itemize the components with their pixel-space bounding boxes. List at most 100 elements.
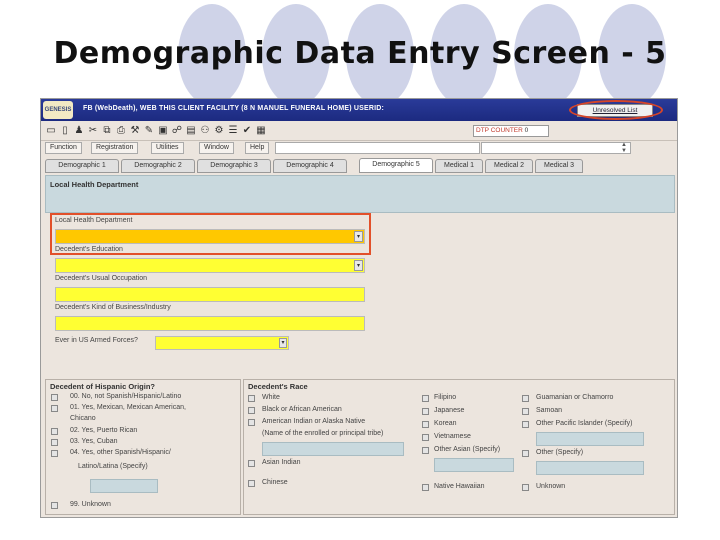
race-checkbox-korean[interactable] (422, 421, 429, 428)
race-checkbox-american-indian[interactable] (248, 419, 255, 426)
cut-icon[interactable]: ✂ (87, 123, 99, 137)
hispanic-checkbox-02[interactable] (51, 428, 58, 435)
tab-demographic-1[interactable]: Demographic 1 (45, 159, 119, 173)
race-title: Decedent's Race (248, 382, 308, 391)
race-option: Guamanian or Chamorro (536, 394, 614, 401)
armed-forces-label: Ever in US Armed Forces? (55, 337, 138, 344)
user-icon[interactable]: ♟ (73, 123, 85, 137)
form-area: Local Health Department ▾ Decedent's Edu… (45, 213, 675, 379)
section-title: Local Health Department (50, 180, 139, 189)
race-panel: Decedent's Race White Black or African A… (243, 379, 675, 515)
hispanic-specify-input[interactable] (90, 479, 158, 493)
menu-registration[interactable]: Registration (91, 142, 139, 154)
industry-input[interactable] (55, 316, 365, 331)
hispanic-option: 00. No, not Spanish/Hispanic/Latino (70, 393, 182, 400)
race-checkbox-filipino[interactable] (422, 395, 429, 402)
menu-function[interactable]: Function (45, 142, 82, 154)
race-checkbox-white[interactable] (248, 395, 255, 402)
binoculars-icon[interactable]: ☍ (171, 123, 183, 137)
race-option: Other (Specify) (536, 449, 584, 456)
race-option: Vietnamese (434, 433, 471, 440)
occupation-input[interactable] (55, 287, 365, 302)
race-option: Korean (434, 420, 457, 427)
tab-strip: Demographic 1 Demographic 2 Demographic … (41, 158, 677, 173)
hispanic-checkbox-99[interactable] (51, 502, 58, 509)
tab-demographic-2[interactable]: Demographic 2 (121, 159, 195, 173)
race-checkbox-samoan[interactable] (522, 408, 529, 415)
race-checkbox-vietnamese[interactable] (422, 434, 429, 441)
hispanic-checkbox-04[interactable] (51, 450, 58, 457)
hispanic-option: 01. Yes, Mexican, Mexican American, (70, 404, 186, 411)
hispanic-checkbox-01[interactable] (51, 405, 58, 412)
race-option: (Name of the enrolled or principal tribe… (262, 430, 384, 437)
form-icon[interactable]: ▦ (255, 123, 267, 137)
race-option: Japanese (434, 407, 465, 414)
race-checkbox-japanese[interactable] (422, 408, 429, 415)
race-checkbox-black[interactable] (248, 407, 255, 414)
armed-forces-select[interactable]: ▾ (155, 336, 289, 350)
race-option: Samoan (536, 407, 563, 414)
dtp-counter-label: DTP COUNTER (476, 127, 523, 134)
menu-help[interactable]: Help (245, 142, 270, 154)
tab-medical-1[interactable]: Medical 1 (435, 159, 483, 173)
people-icon[interactable]: ⚇ (199, 123, 211, 137)
hispanic-option: 04. Yes, other Spanish/Hispanic/ (70, 449, 171, 456)
race-checkbox-native-hawaiian[interactable] (422, 484, 429, 491)
menu-window[interactable]: Window (199, 142, 234, 154)
race-checkbox-other-asian[interactable] (422, 447, 429, 454)
hispanic-checkbox-00[interactable] (51, 394, 58, 401)
race-option: Chinese (262, 479, 288, 486)
hispanic-title: Decedent of Hispanic Origin? (50, 382, 156, 391)
save-icon[interactable]: ▣ (157, 123, 169, 137)
tab-demographic-3[interactable]: Demographic 3 (197, 159, 271, 173)
race-checkbox-other-pacific[interactable] (522, 421, 529, 428)
slide-title: Demographic Data Entry Screen - 5 (53, 36, 667, 71)
tab-demographic-4[interactable]: Demographic 4 (273, 159, 347, 173)
race-checkbox-asian-indian[interactable] (248, 460, 255, 467)
title-bar: GENESIS FB (WebDeath), WEB THIS CLIENT F… (41, 99, 677, 121)
menu-search-field[interactable] (275, 142, 480, 154)
education-select[interactable]: ▾ (55, 258, 365, 273)
dtp-counter-value: 0 (524, 127, 529, 134)
dtp-counter: DTP COUNTER 0 (473, 125, 549, 137)
race-checkbox-chinese[interactable] (248, 480, 255, 487)
other-race-input[interactable] (536, 461, 644, 475)
menu-utilities[interactable]: Utilities (151, 142, 184, 154)
other-pacific-input[interactable] (536, 432, 644, 446)
tab-medical-3[interactable]: Medical 3 (535, 159, 583, 173)
check-icon[interactable]: ✔ (241, 123, 253, 137)
race-checkbox-guamanian[interactable] (522, 395, 529, 402)
tools-icon[interactable]: ⚒ (129, 123, 141, 137)
chevron-down-icon[interactable]: ▾ (354, 231, 363, 242)
chevron-down-icon[interactable]: ▾ (354, 260, 363, 271)
menu-selector[interactable] (481, 142, 631, 154)
folder-icon[interactable]: ▤ (185, 123, 197, 137)
tribe-input[interactable] (262, 442, 404, 456)
race-checkbox-unknown[interactable] (522, 484, 529, 491)
other-asian-input[interactable] (434, 458, 514, 472)
genesis-logo: GENESIS (43, 101, 73, 119)
race-option: White (262, 394, 280, 401)
occupation-label: Decedent's Usual Occupation (55, 275, 147, 282)
new-icon[interactable]: ▭ (45, 123, 57, 137)
settings-icon[interactable]: ⚙ (213, 123, 225, 137)
edit-icon[interactable]: ✎ (143, 123, 155, 137)
race-option: Other Asian (Specify) (434, 446, 501, 453)
chevron-down-icon[interactable]: ▾ (279, 338, 287, 348)
scroll-arrows-icon[interactable]: ▲ ▼ (619, 142, 629, 154)
list-icon[interactable]: ☰ (227, 123, 239, 137)
tab-medical-2[interactable]: Medical 2 (485, 159, 533, 173)
print-icon[interactable]: ⎙ (115, 123, 127, 137)
hispanic-checkbox-03[interactable] (51, 439, 58, 446)
highlight-ring (569, 100, 663, 120)
race-option: Native Hawaiian (434, 483, 485, 490)
document-icon[interactable]: ▯ (59, 123, 71, 137)
local-health-dept-select[interactable]: ▾ (55, 229, 365, 244)
race-option: Unknown (536, 483, 566, 490)
window-title: FB (WebDeath), WEB THIS CLIENT FACILITY … (83, 105, 385, 112)
race-option: Other Pacific Islander (Specify) (536, 420, 633, 427)
hispanic-option: 99. Unknown (70, 501, 111, 508)
tab-demographic-5[interactable]: Demographic 5 (359, 158, 433, 173)
copy-icon[interactable]: ⧉ (101, 123, 113, 137)
race-checkbox-other[interactable] (522, 450, 529, 457)
